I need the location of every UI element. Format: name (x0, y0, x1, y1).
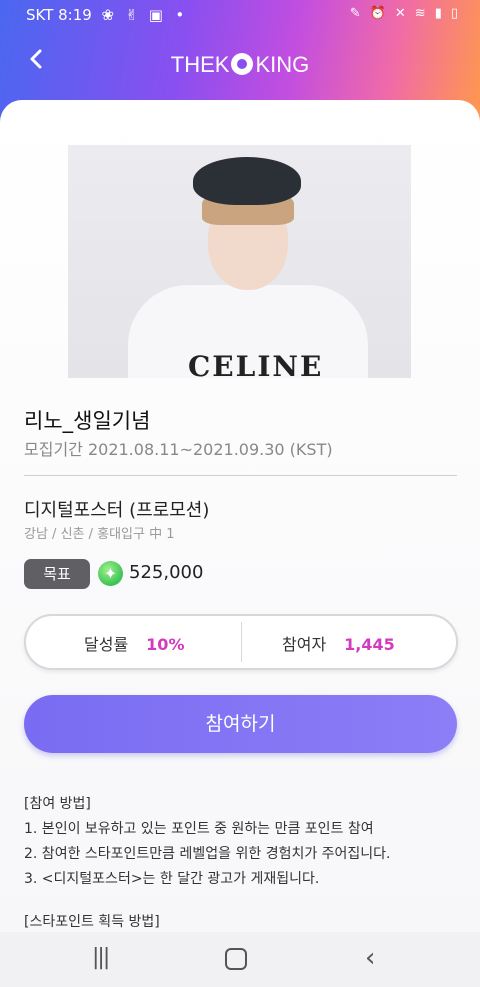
image-icon: ▣ (148, 6, 163, 24)
nav-back-button[interactable]: ‹ (365, 945, 375, 971)
home-button[interactable] (225, 948, 247, 970)
participants-label: 참여자 (282, 635, 327, 654)
peace-hand-icon: ✌ (125, 6, 139, 24)
rate-label: 달성률 (84, 635, 129, 654)
join-button[interactable]: 참여하기 (24, 695, 457, 753)
howto-line: 1. 본인이 보유하고 있는 포인트 중 원하는 만큼 포인트 참여 (24, 821, 374, 837)
howto-line: 3. <디지털포스터>는 한 달간 광고가 게재됩니다. (24, 871, 320, 887)
pen-icon: ✎ (349, 6, 361, 21)
wifi-icon: ≋ (414, 6, 426, 21)
product-name: 디지털포스터 (프로모션) (24, 500, 210, 521)
recruit-period: 모집기간 2021.08.11~2021.09.30 (KST) (24, 440, 333, 459)
crown-icon (231, 53, 254, 75)
stats-separator (241, 622, 242, 662)
ad-location: 강남 / 신촌 / 홍대입구 中 1 (24, 527, 175, 542)
status-right: ✎ ⏰ ✕ ≋ ▮ ▯ (350, 6, 458, 21)
app-logo: THEK KING (0, 52, 480, 78)
participants-value: 1,445 (344, 635, 395, 654)
logo-text-right: KING (255, 52, 310, 77)
goal-value: 525,000 (129, 562, 204, 583)
howto-line: 2. 참여한 스타포인트만큼 레벨업을 위한 경험치가 주어집니다. (24, 846, 391, 862)
recent-apps-button[interactable]: ||| (92, 946, 110, 970)
signal-icon: ▮ (434, 6, 442, 21)
mute-icon: ✕ (394, 6, 406, 21)
participants: 참여자 1,445 (282, 631, 395, 655)
event-title: 리노_생일기념 (24, 409, 151, 433)
rate-value: 10% (146, 635, 185, 654)
battery-icon: ▯ (450, 6, 458, 21)
event-photo: CELINE (68, 145, 411, 378)
swirl-icon: ❀ (101, 6, 115, 24)
top-nav: THEK KING (0, 40, 480, 88)
system-nav-bar: ||| ‹ (0, 932, 480, 987)
stats-box: 달성률 10% 참여자 1,445 (24, 614, 458, 670)
status-bar: SKT 8:19 ❀ ✌ ▣ • ✎ ⏰ ✕ ≋ ▮ ▯ (0, 0, 480, 32)
howto-heading: [참여 방법] (24, 796, 91, 812)
alarm-icon: ⏰ (369, 6, 386, 21)
achievement-rate: 달성률 10% (84, 631, 184, 655)
divider (24, 475, 457, 476)
photo-hat (193, 157, 301, 205)
carrier-time: SKT 8:19 (26, 6, 92, 24)
photo-shirt-logo: CELINE (188, 350, 324, 378)
star-point-icon (98, 561, 123, 586)
status-left: SKT 8:19 ❀ ✌ ▣ • (26, 6, 188, 24)
dot-icon: • (175, 6, 185, 24)
howto-spacer (24, 892, 391, 910)
howto-section: [참여 방법] 1. 본인이 보유하고 있는 포인트 중 원하는 만큼 포인트 … (24, 792, 391, 935)
logo-text-left: THEK (170, 52, 230, 77)
content-card: CELINE 리노_생일기념 모집기간 2021.08.11~2021.09.3… (0, 100, 480, 932)
goal-badge: 목표 (24, 559, 90, 589)
